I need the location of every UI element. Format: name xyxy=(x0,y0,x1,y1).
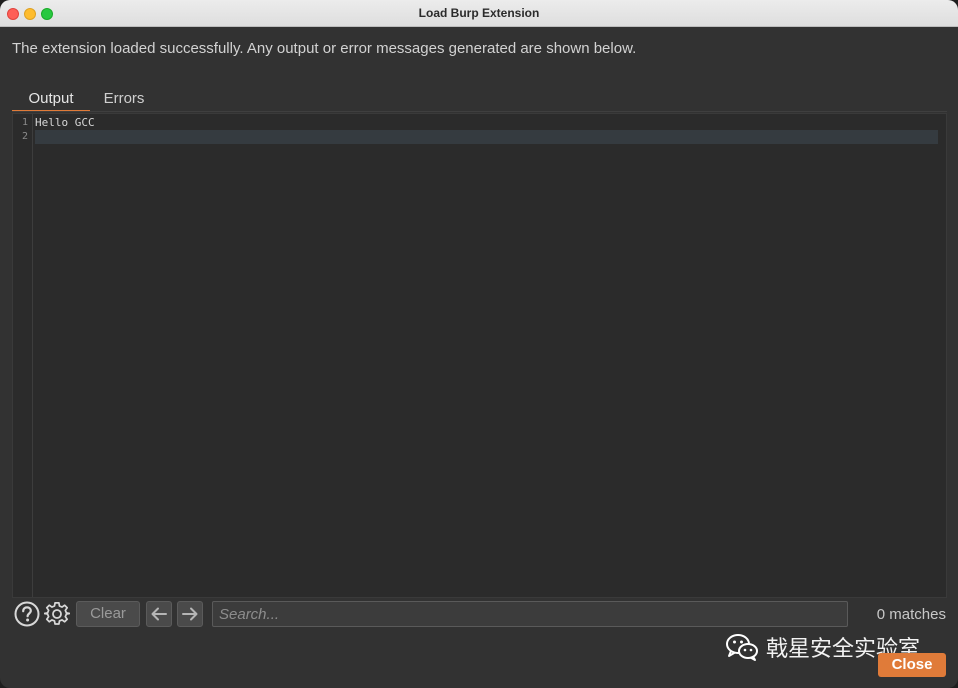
next-match-button[interactable] xyxy=(177,601,203,627)
line-number: 1 xyxy=(21,117,28,128)
window-title: Load Burp Extension xyxy=(418,6,540,20)
arrow-left-icon xyxy=(151,607,167,621)
output-editor[interactable]: 1 2 Hello GCC xyxy=(12,113,947,598)
line-number-gutter: 1 2 xyxy=(13,114,33,597)
tab-errors[interactable]: Errors xyxy=(102,88,146,112)
gear-icon[interactable] xyxy=(43,601,71,627)
match-count: 0 matches xyxy=(876,606,946,623)
output-line: Hello GCC xyxy=(35,116,95,129)
status-message: The extension loaded successfully. Any o… xyxy=(12,40,637,57)
title-bar: Load Burp Extension xyxy=(0,0,958,27)
line-number: 2 xyxy=(21,131,28,142)
current-line xyxy=(35,130,938,144)
tab-output[interactable]: Output xyxy=(12,88,90,112)
clear-button[interactable]: Clear xyxy=(76,601,140,627)
load-burp-extension-dialog: Load Burp Extension The extension loaded… xyxy=(0,0,958,688)
question-circle-icon[interactable] xyxy=(14,601,40,627)
tabs-divider xyxy=(12,111,947,112)
search-toolbar: Clear 0 matches xyxy=(14,600,946,628)
arrow-right-icon xyxy=(182,607,198,621)
search-input[interactable] xyxy=(212,601,848,627)
close-button[interactable]: Close xyxy=(878,653,946,677)
wechat-icon xyxy=(726,634,758,661)
previous-match-button[interactable] xyxy=(146,601,172,627)
